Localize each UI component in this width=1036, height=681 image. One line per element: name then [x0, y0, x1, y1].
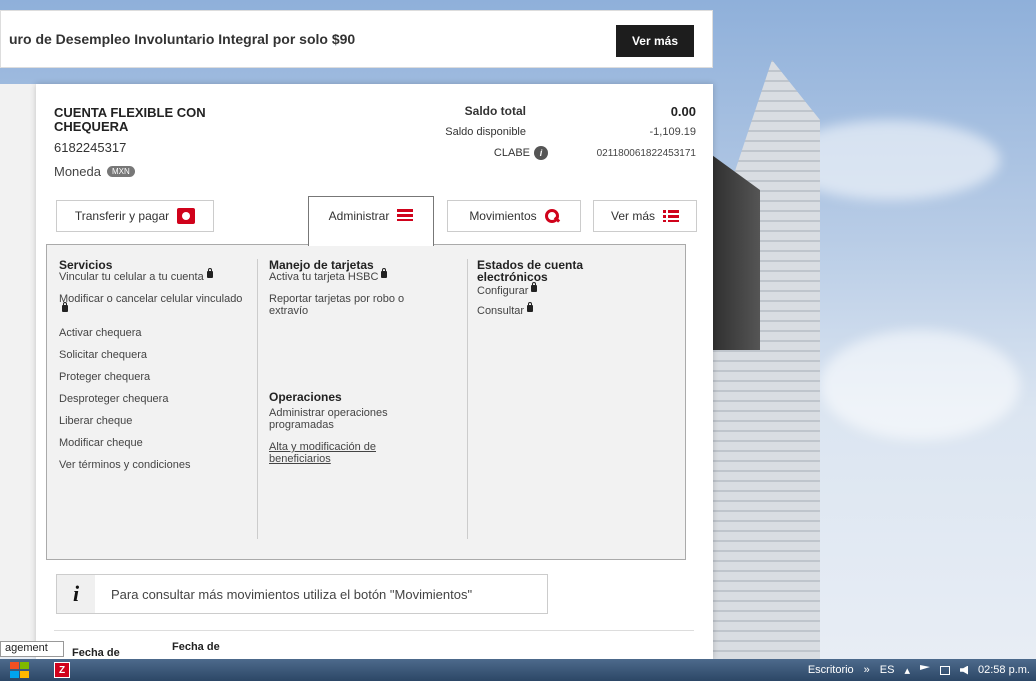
- menu-item-proteger-chequera[interactable]: Proteger chequera: [59, 371, 259, 383]
- menu-item-label: Configurar: [477, 285, 529, 297]
- flag-icon[interactable]: [920, 665, 931, 670]
- currency-label: Moneda: [54, 164, 101, 179]
- movimientos-info-note: i Para consultar más movimientos utiliza…: [56, 574, 548, 614]
- column-divider: [257, 259, 258, 539]
- estados-heading: Estados de cuenta electrónicos: [477, 258, 584, 284]
- administrar-panel: Servicios Vincular tu celular a tu cuent…: [46, 244, 686, 560]
- servicios-column: Servicios Vincular tu celular a tu cuent…: [59, 259, 259, 471]
- menu-item-solicitar-chequera[interactable]: Solicitar chequera: [59, 349, 259, 361]
- promo-text: uro de Desempleo Involuntario Integral p…: [9, 31, 356, 47]
- info-note-text: Para consultar más movimientos utiliza e…: [111, 586, 473, 602]
- system-tray: Escritorio » ES ▴ 02:58 p.m.: [808, 659, 1030, 681]
- menu-icon: [397, 209, 414, 221]
- list-icon: [663, 210, 679, 222]
- column-divider: [467, 259, 468, 539]
- menu-item-label: Vincular tu celular a tu cuenta: [59, 271, 204, 283]
- menu-item-consultar[interactable]: Consultar: [477, 302, 647, 317]
- account-card: CUENTA FLEXIBLE CON CHEQUERA 6182245317 …: [36, 84, 713, 659]
- start-logo-tile: [10, 662, 19, 669]
- menu-item-label: Modificar o cancelar celular vinculado: [59, 293, 243, 305]
- account-title: CUENTA FLEXIBLE CON CHEQUERA: [54, 105, 206, 134]
- account-currency: Moneda MXN: [54, 164, 135, 179]
- filezilla-taskbar-icon[interactable]: Z: [54, 662, 70, 678]
- currency-badge: MXN: [106, 166, 135, 177]
- menu-item-label: Activa tu tarjeta HSBC: [269, 271, 379, 283]
- language-indicator[interactable]: ES: [880, 664, 895, 676]
- lock-icon: [206, 268, 213, 278]
- clock[interactable]: 02:58 p.m.: [978, 664, 1030, 676]
- servicios-heading: Servicios: [59, 258, 113, 272]
- speaker-icon[interactable]: [960, 665, 969, 675]
- ver-mas-label: Ver más: [610, 209, 655, 223]
- start-logo-tile: [10, 670, 19, 678]
- column-header-fecha-2[interactable]: Fecha de: [172, 641, 220, 653]
- transfer-pay-button[interactable]: Transferir y pagar: [56, 200, 214, 232]
- ver-mas-button[interactable]: Ver más: [593, 200, 697, 232]
- movimientos-label: Movimientos: [469, 209, 537, 223]
- tarjetas-column: Manejo de tarjetas Activa tu tarjeta HSB…: [269, 259, 459, 465]
- administrar-button[interactable]: Administrar: [308, 196, 434, 246]
- lock-icon: [531, 282, 538, 292]
- menu-item-desproteger-chequera[interactable]: Desproteger chequera: [59, 393, 259, 405]
- column-header-fecha-1[interactable]: Fecha de: [72, 647, 120, 659]
- desktop-toolbar-label[interactable]: Escritorio: [808, 664, 854, 676]
- menu-item-activa-tarjeta[interactable]: Activa tu tarjeta HSBC: [269, 268, 459, 283]
- info-icon[interactable]: i: [534, 146, 548, 160]
- clabe-label-text: CLABE: [493, 146, 530, 159]
- menu-item-terminos[interactable]: Ver términos y condiciones: [59, 459, 259, 471]
- menu-item-activar-chequera[interactable]: Activar chequera: [59, 327, 259, 339]
- tooltip: agement: [0, 641, 64, 657]
- background-page-edge: [0, 84, 40, 644]
- menu-item-alta-beneficiarios[interactable]: Alta y modificación de beneficiarios: [269, 441, 429, 465]
- transfer-pay-label: Transferir y pagar: [74, 209, 170, 223]
- menu-item-vincular-celular[interactable]: Vincular tu celular a tu cuenta: [59, 268, 259, 283]
- account-number: 6182245317: [54, 140, 127, 155]
- total-balance-value: 0.00: [670, 104, 696, 119]
- menu-item-modificar-celular[interactable]: Modificar o cancelar celular vinculado: [59, 293, 249, 317]
- transfer-icon: [177, 208, 196, 224]
- start-logo-tile: [20, 662, 29, 669]
- info-icon: i: [57, 575, 95, 613]
- estados-column: Estados de cuenta electrónicos Configura…: [477, 259, 647, 317]
- lock-icon: [62, 302, 68, 312]
- up-arrow-icon[interactable]: ▴: [904, 664, 910, 677]
- cloud: [820, 330, 1020, 440]
- administrar-label: Administrar: [328, 209, 390, 223]
- menu-item-modificar-cheque[interactable]: Modificar cheque: [59, 437, 259, 449]
- network-icon[interactable]: [940, 665, 951, 675]
- menu-item-label: Consultar: [477, 305, 525, 317]
- available-balance-label: Saldo disponible: [445, 126, 526, 138]
- clabe-label: CLABE i: [416, 146, 548, 160]
- menu-item-reportar-tarjetas[interactable]: Reportar tarjetas por robo o extravío: [269, 293, 439, 317]
- taskbar: Z Escritorio » ES ▴ 02:58 p.m.: [0, 659, 1036, 681]
- menu-item-configurar[interactable]: Configurar: [477, 282, 647, 297]
- start-logo-tile: [20, 670, 29, 678]
- total-balance-label: Saldo total: [464, 104, 526, 118]
- movimientos-button[interactable]: Movimientos: [447, 200, 581, 232]
- chevron-icon[interactable]: »: [864, 664, 870, 676]
- menu-item-liberar-cheque[interactable]: Liberar cheque: [59, 415, 259, 427]
- promo-banner: uro de Desempleo Involuntario Integral p…: [0, 10, 713, 68]
- movements-table-header: Fecha de Fecha de: [54, 630, 694, 660]
- promo-ver-mas-button[interactable]: Ver más: [616, 25, 694, 57]
- operaciones-heading: Operaciones: [269, 390, 342, 404]
- clabe-value: 021180061822453171: [596, 148, 696, 159]
- tarjetas-heading: Manejo de tarjetas: [269, 258, 374, 272]
- available-balance-value: -1,109.19: [649, 126, 696, 138]
- lock-icon: [381, 268, 388, 278]
- lock-icon: [527, 302, 534, 312]
- start-button[interactable]: [10, 662, 30, 678]
- search-icon: [544, 209, 559, 223]
- menu-item-operaciones-programadas[interactable]: Administrar operaciones programadas: [269, 407, 429, 431]
